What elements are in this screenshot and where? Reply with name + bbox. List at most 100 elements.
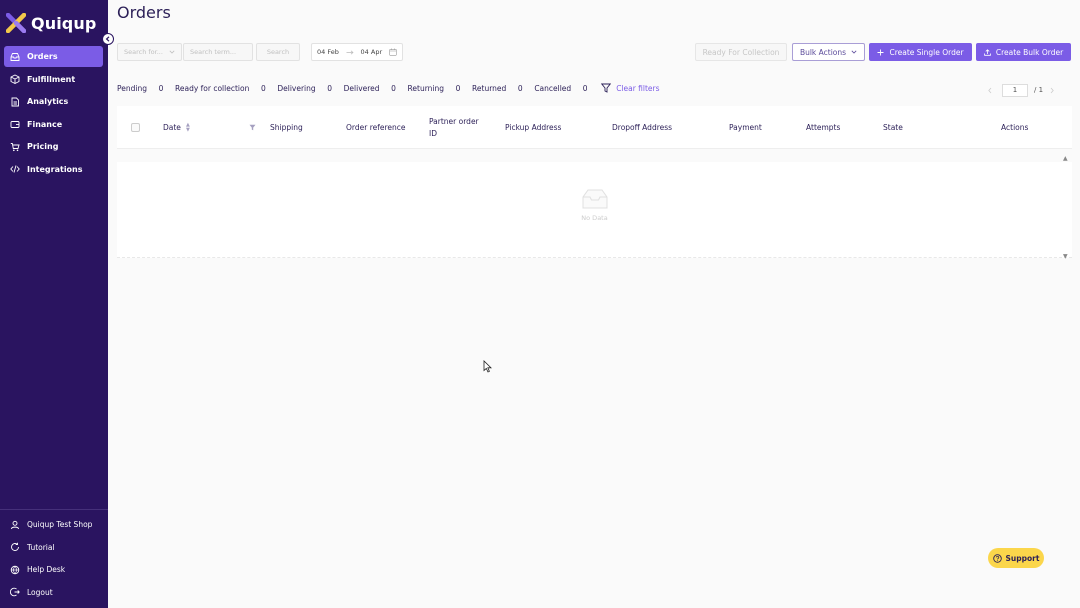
ready-for-collection-label: Ready For Collection — [702, 47, 780, 57]
create-bulk-order-button[interactable]: Create Bulk Order — [976, 43, 1071, 61]
logout-icon — [10, 587, 20, 597]
sidebar-item-help-desk[interactable]: Help Desk — [4, 559, 103, 580]
upload-icon — [984, 48, 991, 56]
column-header-label: Payment — [729, 123, 762, 132]
column-header-partner-order-id: Partner order ID — [429, 106, 487, 149]
page-number-input[interactable]: 1 — [1002, 83, 1028, 97]
filter-icon[interactable] — [601, 83, 612, 93]
sidebar: Quiqup Orders Fulfillment Analytics Fina… — [0, 0, 114, 608]
sort-icon[interactable]: ▲ ▼ — [186, 122, 190, 133]
sidebar-item-fulfillment[interactable]: Fulfillment — [4, 69, 103, 90]
mouse-cursor-icon — [483, 360, 492, 373]
column-header-actions: Actions — [1001, 106, 1028, 149]
column-header-payment: Payment — [729, 106, 762, 149]
total-pages: / 1 — [1034, 86, 1044, 94]
status-count-pending: 0 — [158, 83, 164, 93]
empty-state-text: No Data — [581, 214, 608, 222]
sidebar-item-integrations[interactable]: Integrations — [4, 159, 103, 180]
sidebar-bottom-nav: Quiqup Test Shop Tutorial Help Desk Logo… — [4, 514, 103, 604]
search-term-placeholder: Search term... — [190, 48, 237, 56]
column-date-filter[interactable] — [249, 106, 256, 149]
sidebar-item-logout[interactable]: Logout — [4, 582, 103, 603]
search-for-select[interactable]: Search for... — [117, 43, 182, 61]
column-header-state: State — [883, 106, 903, 149]
sidebar-item-label: Quiqup Test Shop — [27, 520, 93, 529]
column-header-label: Order reference — [346, 123, 406, 132]
support-button[interactable]: Support — [988, 548, 1044, 568]
status-filter-ready-for-collection[interactable]: Ready for collection — [175, 84, 249, 93]
filter-icon[interactable] — [249, 124, 256, 131]
pagination: 1 / 1 — [987, 83, 1055, 97]
sidebar-item-finance[interactable]: Finance — [4, 114, 103, 135]
create-single-order-button[interactable]: Create Single Order — [869, 43, 972, 61]
status-count-returned: 0 — [517, 83, 523, 93]
globe-icon — [10, 565, 20, 574]
status-count-delivered: 0 — [391, 83, 396, 93]
sidebar-collapse-button[interactable] — [102, 33, 114, 45]
support-label: Support — [1005, 553, 1040, 563]
inbox-icon — [10, 52, 20, 61]
status-filter-delivering[interactable]: Delivering — [277, 84, 315, 93]
column-header-attempts: Attempts — [806, 106, 840, 149]
sidebar-divider — [0, 509, 108, 510]
column-header-label: Dropoff Address — [612, 123, 673, 132]
create-single-order-label: Create Single Order — [889, 47, 964, 57]
status-filter-returned[interactable]: Returned — [472, 84, 506, 93]
sidebar-item-orders[interactable]: Orders — [4, 46, 103, 67]
search-for-placeholder: Search for... — [124, 48, 163, 56]
chevron-left-icon[interactable] — [987, 87, 993, 94]
column-header-label: Pickup Address — [505, 123, 562, 132]
chevron-right-icon[interactable] — [1049, 87, 1055, 94]
chevron-down-icon — [169, 50, 175, 54]
column-header-label: Attempts — [806, 123, 841, 132]
document-icon — [11, 97, 19, 106]
empty-inbox-icon — [582, 189, 607, 209]
scroll-up-arrow[interactable]: ▲ — [1063, 155, 1068, 162]
sidebar-item-label: Help Desk — [27, 565, 66, 574]
code-icon — [10, 165, 20, 173]
column-header-pickup-address: Pickup Address — [505, 106, 561, 149]
quiqup-logo-icon — [6, 13, 26, 33]
sidebar-item-label: Tutorial — [27, 542, 55, 552]
status-filter-returning[interactable]: Returning — [408, 84, 445, 93]
column-header-order-reference: Order reference — [346, 106, 406, 149]
status-filter-cancelled[interactable]: Cancelled — [534, 84, 571, 93]
sidebar-item-pricing[interactable]: Pricing — [4, 136, 103, 157]
scroll-down-arrow[interactable]: ▼ — [1063, 253, 1068, 260]
status-filter-pending[interactable]: Pending — [117, 84, 147, 93]
sidebar-item-label: Pricing — [27, 142, 59, 151]
status-count-delivering: 0 — [327, 83, 333, 93]
sidebar-item-label: Fulfillment — [27, 74, 76, 84]
sidebar-item-label: Integrations — [27, 164, 83, 174]
date-from: 04 Feb — [317, 48, 339, 56]
status-count-cancelled: 0 — [582, 83, 588, 93]
search-term-input[interactable]: Search term... — [183, 43, 253, 61]
search-button[interactable]: Search — [256, 43, 300, 61]
sidebar-item-tutorial[interactable]: Tutorial — [4, 537, 103, 558]
column-header-label: State — [883, 123, 903, 132]
user-icon — [11, 520, 19, 529]
orders-table-header: Date ▲ ▼ Shipping Order reference Partner… — [117, 106, 1072, 149]
column-header-dropoff-address: Dropoff Address — [612, 106, 672, 149]
bulk-actions-dropdown[interactable]: Bulk Actions — [792, 43, 865, 61]
sidebar-item-label: Finance — [27, 119, 63, 129]
date-range-picker[interactable]: 04 Feb 04 Apr — [311, 43, 403, 61]
select-all-checkbox[interactable] — [131, 123, 140, 132]
sidebar-item-label: Analytics — [27, 97, 69, 106]
brand-name: Quiqup — [31, 13, 97, 33]
sidebar-item-account[interactable]: Quiqup Test Shop — [4, 514, 103, 535]
plus-icon — [877, 49, 884, 55]
status-filter-bar: Pending 0 Ready for collection 0 Deliver… — [117, 82, 660, 94]
page-title: Orders — [117, 3, 171, 22]
column-header-date[interactable]: Date ▲ ▼ — [163, 106, 190, 149]
clear-filters-link[interactable]: Clear filters — [616, 84, 659, 93]
sidebar-item-label: Logout — [27, 587, 53, 597]
ready-for-collection-button[interactable]: Ready For Collection — [695, 43, 787, 61]
status-filter-delivered[interactable]: Delivered — [344, 84, 380, 93]
orders-table-body: No Data — [117, 162, 1072, 258]
brand-logo[interactable]: Quiqup — [6, 12, 96, 34]
sidebar-item-analytics[interactable]: Analytics — [4, 91, 103, 112]
empty-state: No Data — [117, 188, 1072, 222]
chevron-down-icon — [851, 50, 857, 54]
cart-icon — [10, 142, 20, 151]
